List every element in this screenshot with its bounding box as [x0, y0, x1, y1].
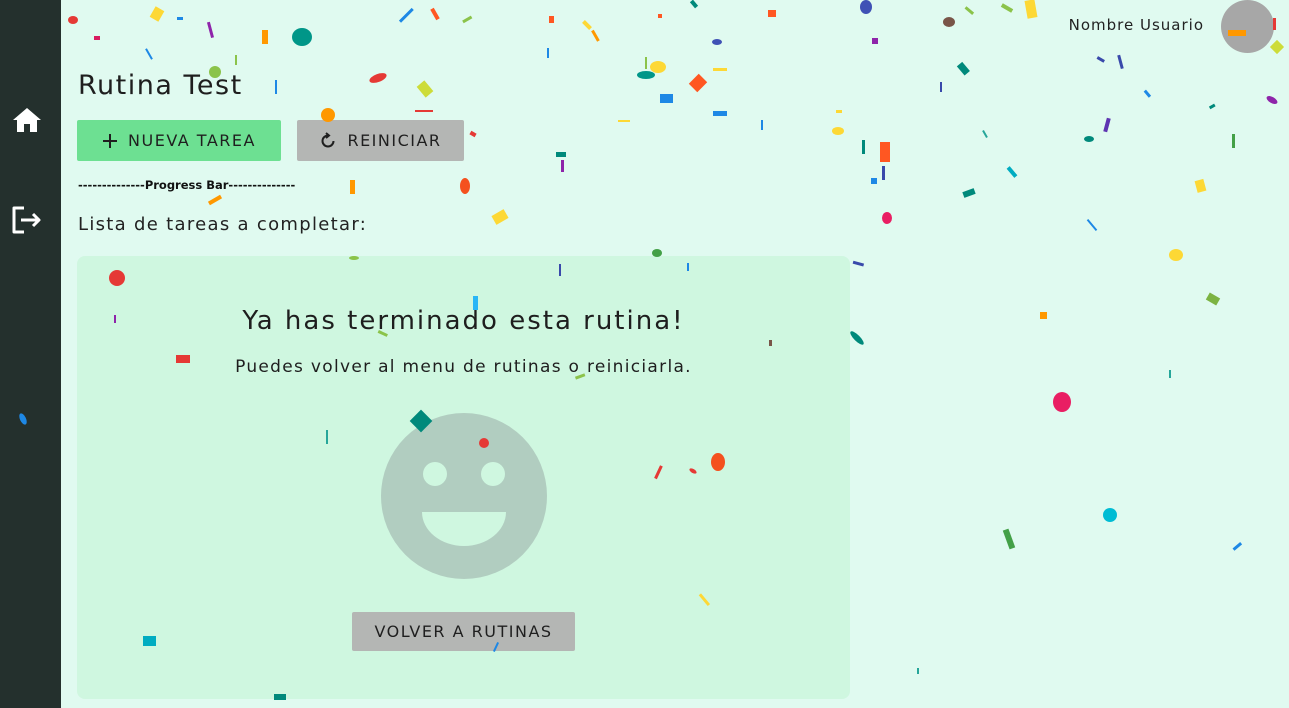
user-name: Nombre Usuario	[1068, 16, 1204, 34]
progress-bar-placeholder: --------------Progress Bar--------------	[78, 178, 296, 192]
back-to-routines-button[interactable]: VOLVER A RUTINAS	[352, 612, 575, 651]
completion-card: Ya has terminado esta rutina! Puedes vol…	[77, 256, 850, 699]
sidebar	[0, 0, 61, 708]
completion-title: Ya has terminado esta rutina!	[242, 306, 685, 336]
main-content: Nombre Usuario Rutina Test NUEVA TAREA R…	[61, 0, 1289, 708]
avatar[interactable]	[1221, 0, 1274, 53]
new-task-button[interactable]: NUEVA TAREA	[77, 120, 281, 161]
smiley-face-icon	[381, 413, 547, 579]
app-root: Nombre Usuario Rutina Test NUEVA TAREA R…	[0, 0, 1289, 708]
reset-button[interactable]: REINICIAR	[297, 120, 464, 161]
refresh-icon	[321, 131, 335, 147]
new-task-label: NUEVA TAREA	[128, 131, 256, 150]
reset-label: REINICIAR	[347, 131, 442, 150]
page-title: Rutina Test	[78, 70, 243, 101]
plus-icon	[103, 133, 118, 148]
logout-icon[interactable]	[11, 204, 43, 236]
task-list-heading: Lista de tareas a completar:	[78, 214, 368, 235]
home-icon[interactable]	[11, 104, 43, 136]
completion-subtitle: Puedes volver al menu de rutinas o reini…	[235, 357, 692, 377]
